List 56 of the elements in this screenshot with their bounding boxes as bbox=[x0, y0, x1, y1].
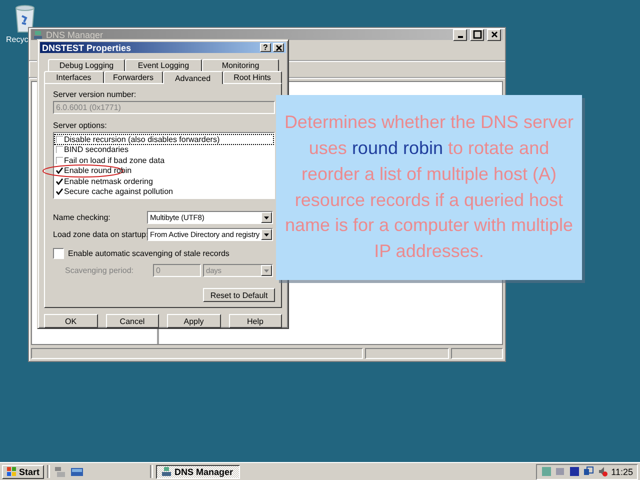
volume-muted-icon[interactable] bbox=[597, 466, 608, 477]
windows-logo-icon bbox=[6, 466, 17, 477]
tab[interactable]: Root Hints bbox=[222, 71, 282, 83]
checkbox-label: Enable automatic scavenging of stale records bbox=[68, 249, 230, 258]
maximize-button[interactable] bbox=[470, 28, 484, 40]
checkbox[interactable] bbox=[53, 248, 64, 259]
tab[interactable]: Event Logging bbox=[125, 59, 202, 71]
server-icon bbox=[33, 30, 43, 40]
checkmark-icon[interactable] bbox=[56, 178, 63, 185]
dropdown-arrow-icon bbox=[263, 214, 270, 221]
dropdown-arrow-icon bbox=[263, 231, 270, 238]
tab[interactable]: Monitoring bbox=[202, 59, 279, 71]
close-icon bbox=[274, 44, 282, 52]
dropdown-arrow-icon bbox=[263, 267, 270, 274]
version-field: 6.0.6001 (0x1771) bbox=[53, 101, 275, 114]
tab[interactable]: Advanced bbox=[163, 71, 222, 84]
option-item[interactable]: Disable recursion (also disables forwarders) bbox=[54, 134, 274, 144]
tab[interactable]: Forwarders bbox=[104, 71, 163, 83]
field-label: Name checking: bbox=[53, 213, 112, 222]
callout-text: Determines whether the DNS server uses round robin to rotate and reorder a list of multiple host (A) resource records if a queried host name is for a computer with multiple IP addresses. bbox=[283, 111, 575, 263]
option-item[interactable]: Fail on load if bad zone data bbox=[54, 155, 274, 166]
window-title: DNS Manager bbox=[46, 30, 104, 40]
status-bar-panel bbox=[451, 348, 503, 359]
close-button[interactable] bbox=[273, 43, 284, 52]
field-label: Server options: bbox=[53, 121, 108, 130]
tab[interactable]: Debug Logging bbox=[48, 59, 125, 71]
maximize-icon bbox=[472, 30, 482, 39]
option-item[interactable]: Secure cache against pollution bbox=[54, 186, 274, 197]
server-icon bbox=[160, 466, 172, 477]
checkbox[interactable] bbox=[56, 146, 63, 154]
taskbar-button[interactable]: DNS Manager bbox=[156, 464, 240, 478]
checkmark-icon[interactable] bbox=[56, 167, 63, 174]
clock: 11:25 bbox=[611, 466, 633, 476]
minimize-button[interactable] bbox=[453, 28, 467, 40]
close-button[interactable] bbox=[487, 28, 501, 40]
checkbox[interactable] bbox=[56, 156, 63, 164]
minimize-icon bbox=[458, 36, 462, 38]
option-item[interactable]: Enable netmask ordering bbox=[54, 176, 274, 186]
reset-button[interactable]: Reset to Default bbox=[203, 288, 275, 302]
close-icon bbox=[490, 30, 498, 39]
dialog-title: DNSTEST Properties bbox=[42, 42, 132, 52]
field-label: Load zone data on startup: bbox=[53, 230, 145, 239]
field-label: Server version number: bbox=[53, 90, 138, 99]
help-button[interactable]: ? bbox=[260, 43, 271, 52]
dialog-button[interactable]: OK bbox=[44, 314, 98, 328]
dialog-button[interactable]: Help bbox=[228, 314, 282, 328]
start-button[interactable]: Start bbox=[2, 464, 44, 478]
tray-icon[interactable] bbox=[569, 466, 580, 477]
dialog-button[interactable]: Cancel bbox=[106, 314, 159, 328]
checkmark-icon[interactable] bbox=[56, 188, 63, 196]
checkbox[interactable] bbox=[56, 136, 63, 143]
option-item[interactable]: BIND secondaries bbox=[54, 144, 274, 155]
dialog-button[interactable]: Apply bbox=[167, 314, 220, 328]
icon-label[interactable]: Recyc bbox=[6, 35, 28, 44]
tab[interactable]: Interfaces bbox=[44, 71, 104, 83]
field-label: Scavenging period: bbox=[65, 266, 134, 275]
